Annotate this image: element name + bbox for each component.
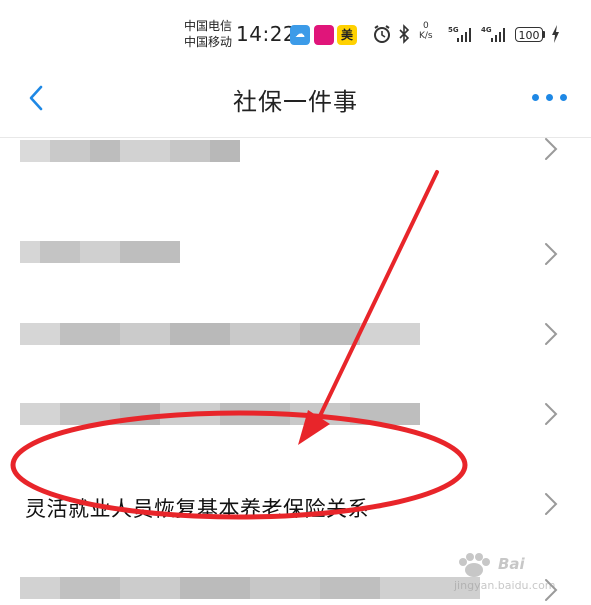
baidu-paw-icon <box>459 553 490 577</box>
status-time: 14:22 <box>236 22 297 46</box>
weather-app-icon: ☁ <box>290 25 310 45</box>
list-item[interactable] <box>0 475 591 601</box>
speed-unit: K/s <box>419 31 433 41</box>
chevron-right-icon <box>545 138 558 160</box>
bluetooth-icon <box>399 24 410 44</box>
more-dot <box>560 94 567 101</box>
more-options-button[interactable] <box>528 88 572 108</box>
blurred-label <box>20 140 245 162</box>
service-list: 灵活就业人员恢复基本养老保险关系 <box>0 138 591 601</box>
charging-icon <box>552 25 559 43</box>
signal-strength-icon <box>491 26 507 42</box>
list-item-flexible-employment-pension[interactable]: 灵活就业人员恢复基本养老保险关系 <box>0 397 591 521</box>
list-item[interactable] <box>0 241 591 345</box>
blurred-label <box>20 577 480 599</box>
signal-strength-icon <box>457 26 473 42</box>
more-dot <box>532 94 539 101</box>
carrier-mobile: 中国移动 <box>184 35 233 49</box>
watermark-url: jingyan.baidu.com <box>454 579 556 592</box>
list-item[interactable] <box>0 138 591 163</box>
alarm-clock-icon <box>374 25 390 43</box>
more-dot <box>546 94 553 101</box>
meituan-app-icon: 美 <box>337 25 357 45</box>
list-item[interactable] <box>0 319 591 425</box>
watermark-brand: Bai <box>498 555 525 573</box>
status-bar: 中国电信 中国移动 14:22 ☁ 美 0 K/s 5G 4G 100 <box>0 0 591 66</box>
speed-value: 0 <box>422 21 429 31</box>
carrier-telecom: 中国电信 <box>184 19 233 33</box>
carrier-info: 中国电信 中国移动 <box>184 18 232 50</box>
page-title: 社保一件事 <box>233 88 358 116</box>
battery-icon: 100 <box>515 27 543 42</box>
nav-bar: 社保一件事 <box>0 66 591 138</box>
news-app-icon <box>314 25 334 45</box>
battery-level: 100 <box>518 29 540 42</box>
network-speed: 0 K/s <box>419 21 433 41</box>
baidu-watermark: Bai jingyan.baidu.com <box>454 552 584 596</box>
battery-tip <box>543 31 545 38</box>
list-item[interactable] <box>0 165 591 265</box>
